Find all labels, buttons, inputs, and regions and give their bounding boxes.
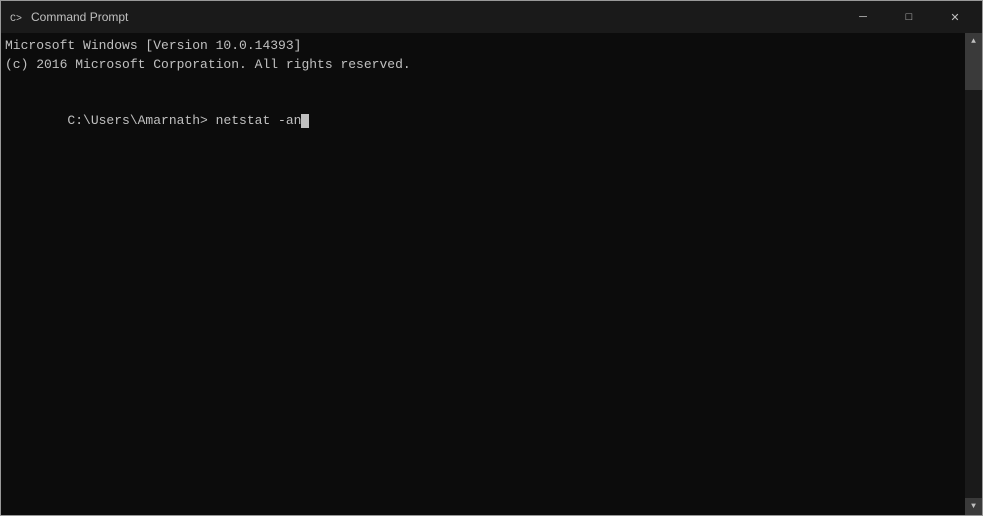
- scrollbar-thumb[interactable]: [965, 50, 982, 90]
- close-button[interactable]: ✕: [932, 1, 978, 33]
- cursor: [301, 114, 309, 128]
- scroll-up-button[interactable]: ▲: [965, 33, 982, 50]
- svg-text:C>: C>: [10, 14, 22, 25]
- maximize-button[interactable]: □: [886, 1, 932, 33]
- console-area[interactable]: Microsoft Windows [Version 10.0.14393] (…: [1, 33, 982, 515]
- console-line-1: Microsoft Windows [Version 10.0.14393]: [5, 37, 961, 56]
- console-line-blank: [5, 75, 961, 94]
- console-line-2: (c) 2016 Microsoft Corporation. All righ…: [5, 56, 961, 75]
- title-bar-controls: ─ □ ✕: [840, 1, 978, 33]
- scrollbar-track[interactable]: [965, 50, 982, 498]
- minimize-button[interactable]: ─: [840, 1, 886, 33]
- cmd-icon: C>: [9, 9, 25, 25]
- command-prompt-window: C> Command Prompt ─ □ ✕ Microsoft Window…: [0, 0, 983, 516]
- scroll-down-button[interactable]: ▼: [965, 498, 982, 515]
- title-bar-left: C> Command Prompt: [9, 9, 128, 25]
- window-title: Command Prompt: [31, 10, 128, 24]
- scrollbar[interactable]: ▲ ▼: [965, 33, 982, 515]
- command-text: C:\Users\Amarnath> netstat -an: [67, 113, 301, 128]
- console-output[interactable]: Microsoft Windows [Version 10.0.14393] (…: [1, 33, 965, 515]
- title-bar: C> Command Prompt ─ □ ✕: [1, 1, 982, 33]
- console-line-command: C:\Users\Amarnath> netstat -an: [5, 94, 961, 151]
